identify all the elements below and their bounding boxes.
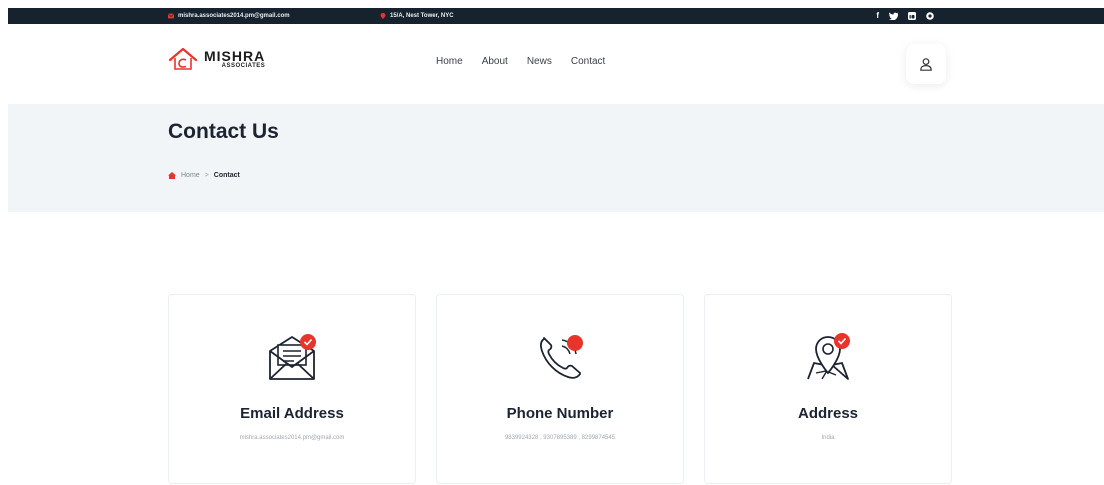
logo[interactable]: MISHRA ASSOCIATES [168, 48, 265, 70]
nav-about[interactable]: About [482, 56, 508, 67]
instagram-icon[interactable] [926, 12, 934, 20]
topbar-address-text: 15/A, Nest Tower, NYC [390, 13, 454, 19]
email-card: Email Address mishra.associates2014.pm@g… [168, 294, 416, 484]
twitter-icon[interactable] [889, 12, 898, 20]
facebook-icon[interactable]: f [876, 8, 879, 24]
phone-card: Phone Number 9839924328 , 9307895389 , 8… [436, 294, 684, 484]
top-bar: mishra.associates2014.pm@gmail.com 15/A,… [8, 8, 1104, 24]
map-pin-icon [800, 329, 856, 385]
home-icon [168, 172, 176, 179]
address-card: Address India [704, 294, 952, 484]
email-card-value[interactable]: mishra.associates2014.pm@gmail.com [169, 435, 415, 441]
breadcrumb-home[interactable]: Home [181, 172, 200, 179]
breadcrumb: Home > Contact [168, 172, 240, 179]
house-logo-icon [168, 48, 198, 70]
page-banner: Contact Us Home > Contact [8, 104, 1104, 212]
envelope-icon [264, 329, 320, 385]
nav-news[interactable]: News [527, 56, 552, 67]
topbar-email[interactable]: mishra.associates2014.pm@gmail.com [168, 8, 290, 24]
page-title: Contact Us [168, 120, 279, 143]
phone-card-value[interactable]: 9839924328 , 9307895389 , 8299874545 [437, 435, 683, 441]
mail-icon [168, 13, 174, 19]
breadcrumb-separator: > [204, 172, 209, 179]
breadcrumb-current: Contact [213, 172, 240, 179]
site-header: MISHRA ASSOCIATES Home About News Contac… [8, 24, 1104, 104]
linkedin-icon[interactable] [908, 12, 916, 20]
nav-contact[interactable]: Contact [571, 56, 605, 67]
logo-text: MISHRA ASSOCIATES [204, 47, 266, 69]
logo-name: MISHRA [204, 47, 266, 64]
topbar-email-text: mishra.associates2014.pm@gmail.com [178, 13, 290, 19]
social-links: f [876, 8, 934, 24]
address-card-value: India [821, 435, 835, 441]
nav-home[interactable]: Home [436, 56, 463, 67]
address-card-title: Address [797, 405, 859, 422]
email-card-title: Email Address [240, 405, 344, 422]
topbar-address: 15/A, Nest Tower, NYC [380, 8, 454, 24]
location-icon [380, 13, 386, 19]
phone-card-title: Phone Number [506, 405, 614, 422]
user-icon [920, 57, 932, 71]
user-account-button[interactable] [906, 44, 946, 84]
phone-icon [532, 329, 588, 385]
main-nav: Home About News Contact [436, 56, 605, 67]
